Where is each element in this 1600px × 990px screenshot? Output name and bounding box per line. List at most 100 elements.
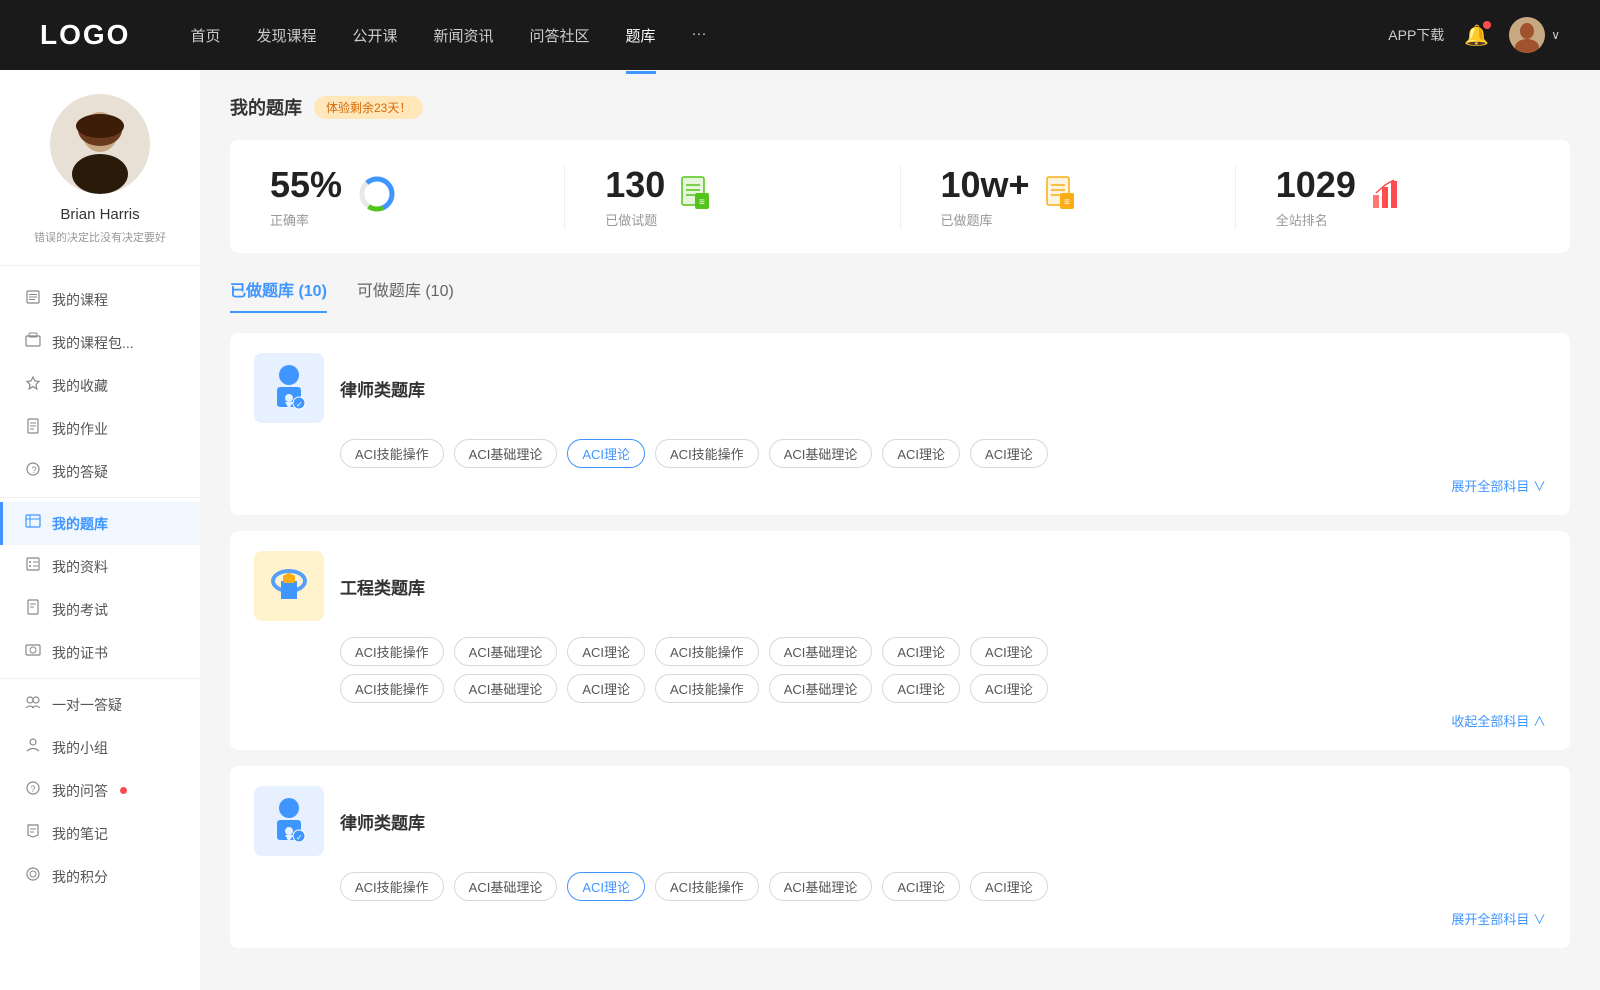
header-right: APP下载 🔔 ∨ (1388, 17, 1560, 53)
tiku-icon (24, 513, 42, 534)
nav-tiku[interactable]: 题库 (626, 21, 656, 50)
expand-btn-3[interactable]: 展开全部科目 ∨ (254, 909, 1546, 928)
doc-green-icon: ≡ (679, 175, 713, 218)
sidebar-item-qna[interactable]: ? 我的问答 (0, 769, 200, 812)
tag-1-3[interactable]: ACI技能操作 (655, 439, 759, 468)
tag-2-6[interactable]: ACI理论 (970, 637, 1048, 666)
expand-btn-1[interactable]: 展开全部科目 ∨ (254, 476, 1546, 495)
chart-red-icon (1370, 177, 1404, 216)
tag-2b-3[interactable]: ACI技能操作 (655, 674, 759, 703)
user-avatar-btn[interactable]: ∨ (1509, 17, 1560, 53)
header-avatar (1509, 17, 1545, 53)
svg-text:✓: ✓ (296, 833, 303, 842)
sidebar-label-qna: 我的问答 (52, 781, 108, 801)
stat-done-b-label: 已做题库 (941, 210, 1030, 229)
bank-tags-row-1: ACI技能操作 ACI基础理论 ACI理论 ACI技能操作 ACI基础理论 AC… (254, 439, 1546, 468)
profile-section: Brian Harris 错误的决定比没有决定要好 (0, 94, 200, 266)
tag-2b-0[interactable]: ACI技能操作 (340, 674, 444, 703)
tag-3-4[interactable]: ACI基础理论 (769, 872, 873, 901)
bank-header-3: ✓ 律师类题库 (254, 786, 1546, 856)
sidebar-item-course[interactable]: 我的课程 (0, 278, 200, 321)
sidebar-item-homework[interactable]: 我的作业 (0, 407, 200, 450)
tab-available[interactable]: 可做题库 (10) (357, 277, 454, 313)
sidebar-item-ask[interactable]: ? 我的答疑 (0, 450, 200, 493)
tag-2-2[interactable]: ACI理论 (567, 637, 645, 666)
tag-2-5[interactable]: ACI理论 (882, 637, 960, 666)
header-chevron: ∨ (1551, 28, 1560, 42)
stat-done-banks: 10w+ 已做题库 ≡ (901, 164, 1236, 229)
svg-text:?: ? (32, 465, 37, 475)
svg-text:✓: ✓ (296, 400, 303, 409)
tag-1-5[interactable]: ACI理论 (882, 439, 960, 468)
exam-icon (24, 599, 42, 620)
cert-icon (24, 642, 42, 663)
svg-text:≡: ≡ (1064, 197, 1070, 208)
doc-yellow-icon: ≡ (1044, 175, 1078, 218)
stat-rank-label: 全站排名 (1276, 210, 1356, 229)
tag-2-0[interactable]: ACI技能操作 (340, 637, 444, 666)
tab-done[interactable]: 已做题库 (10) (230, 277, 327, 313)
tag-1-2[interactable]: ACI理论 (567, 439, 645, 468)
sidebar-item-points[interactable]: 我的积分 (0, 855, 200, 898)
sidebar-item-exam[interactable]: 我的考试 (0, 588, 200, 631)
sidebar-nav: 我的课程 我的课程包... 我的收藏 我的作业 (0, 266, 200, 910)
svg-text:≡: ≡ (699, 197, 705, 208)
stats-card: 55% 正确率 130 已做试题 (230, 140, 1570, 253)
favorites-icon (24, 375, 42, 396)
qna-red-dot (120, 787, 127, 794)
bank-header-1: ✓ 律师类题库 (254, 353, 1546, 423)
tag-1-1[interactable]: ACI基础理论 (454, 439, 558, 468)
sidebar-item-favorites[interactable]: 我的收藏 (0, 364, 200, 407)
tag-3-5[interactable]: ACI理论 (882, 872, 960, 901)
nav-opencourse[interactable]: 公开课 (352, 21, 397, 50)
bank-card-lawyer-1: ✓ 律师类题库 ACI技能操作 ACI基础理论 ACI理论 ACI技能操作 AC… (230, 333, 1570, 515)
tag-3-2[interactable]: ACI理论 (567, 872, 645, 901)
nav-news[interactable]: 新闻资讯 (434, 21, 494, 50)
bank-tags-row-3: ACI技能操作 ACI基础理论 ACI理论 ACI技能操作 ACI基础理论 AC… (254, 872, 1546, 901)
bank-card-engineer: 工程类题库 ACI技能操作 ACI基础理论 ACI理论 ACI技能操作 ACI基… (230, 531, 1570, 750)
sidebar-item-material[interactable]: 我的资料 (0, 545, 200, 588)
tag-3-0[interactable]: ACI技能操作 (340, 872, 444, 901)
bank-title-1: 律师类题库 (340, 376, 425, 401)
app-download-btn[interactable]: APP下载 (1388, 25, 1444, 45)
stat-done-q-value: 130 (605, 164, 665, 206)
sidebar-item-notes[interactable]: 我的笔记 (0, 812, 200, 855)
tag-2b-5[interactable]: ACI理论 (882, 674, 960, 703)
tag-3-6[interactable]: ACI理论 (970, 872, 1048, 901)
nav-more[interactable]: ··· (692, 21, 707, 50)
nav-discover[interactable]: 发现课程 (256, 21, 316, 50)
profile-name: Brian Harris (60, 206, 139, 223)
sidebar-label-course: 我的课程 (52, 290, 108, 310)
nav-qa[interactable]: 问答社区 (530, 21, 590, 50)
sidebar-label-exam: 我的考试 (52, 600, 108, 620)
tag-1-0[interactable]: ACI技能操作 (340, 439, 444, 468)
sidebar-label-points: 我的积分 (52, 867, 108, 887)
tag-1-4[interactable]: ACI基础理论 (769, 439, 873, 468)
tag-2-4[interactable]: ACI基础理论 (769, 637, 873, 666)
logo[interactable]: LOGO (40, 19, 130, 51)
tag-2b-1[interactable]: ACI基础理论 (454, 674, 558, 703)
nav-home[interactable]: 首页 (190, 21, 220, 50)
tag-2b-6[interactable]: ACI理论 (970, 674, 1048, 703)
collapse-btn-2[interactable]: 收起全部科目 ∧ (254, 711, 1546, 730)
tag-3-1[interactable]: ACI基础理论 (454, 872, 558, 901)
tag-2b-4[interactable]: ACI基础理论 (769, 674, 873, 703)
sidebar-item-package[interactable]: 我的课程包... (0, 321, 200, 364)
tag-2-3[interactable]: ACI技能操作 (655, 637, 759, 666)
page-header: 我的题库 体验剩余23天！ (230, 94, 1570, 120)
profile-motto: 错误的决定比没有决定要好 (34, 229, 166, 245)
tag-1-6[interactable]: ACI理论 (970, 439, 1048, 468)
tag-2-1[interactable]: ACI基础理论 (454, 637, 558, 666)
sidebar-item-1v1[interactable]: 一对一答疑 (0, 683, 200, 726)
stat-accuracy-value: 55% (270, 164, 342, 206)
sidebar-item-cert[interactable]: 我的证书 (0, 631, 200, 674)
sidebar-label-1v1: 一对一答疑 (52, 695, 122, 715)
tag-3-3[interactable]: ACI技能操作 (655, 872, 759, 901)
stat-rank-value: 1029 (1276, 164, 1356, 206)
bank-title-2: 工程类题库 (340, 574, 425, 599)
tag-2b-2[interactable]: ACI理论 (567, 674, 645, 703)
sidebar-item-group[interactable]: 我的小组 (0, 726, 200, 769)
notification-bell[interactable]: 🔔 (1464, 23, 1489, 48)
sidebar-item-tiku[interactable]: 我的题库 (0, 502, 200, 545)
stat-done-b-value: 10w+ (941, 164, 1030, 206)
